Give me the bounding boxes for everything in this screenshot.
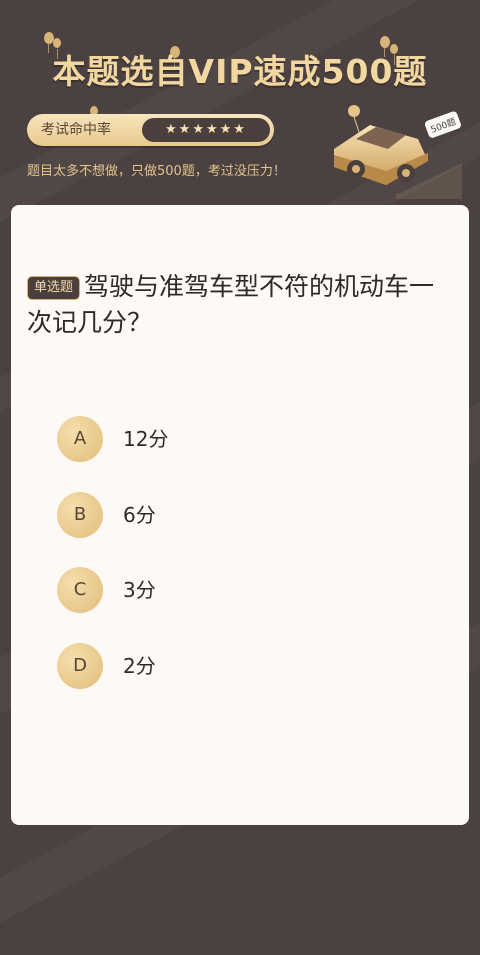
- banner-subtitle: 题目太多不想做，只做500题，考过没压力！: [27, 164, 286, 179]
- option-letter: A: [57, 416, 103, 462]
- option-b[interactable]: B 6分: [57, 492, 437, 538]
- hit-rate-badge: 考试命中率 ★★★★★★: [27, 114, 274, 146]
- option-a[interactable]: A 12分: [57, 416, 437, 462]
- option-text: 12分: [123, 427, 169, 451]
- question-stem: 单选题 驾驶与准驾车型不符的机动车一次记几分？: [27, 269, 457, 341]
- question-type-badge: 单选题: [27, 276, 81, 300]
- car-icon: 500题: [334, 105, 462, 199]
- option-text: 3分: [123, 578, 156, 602]
- hit-rate-label: 考试命中率: [41, 122, 111, 138]
- option-text: 2分: [123, 654, 156, 678]
- option-letter: D: [57, 643, 103, 689]
- question-text: 驾驶与准驾车型不符的机动车一次记几分？: [27, 272, 435, 337]
- option-text: 6分: [123, 503, 156, 527]
- question-card: 单选题 驾驶与准驾车型不符的机动车一次记几分？ A 12分 B 6分 C 3分 D…: [11, 205, 469, 825]
- option-letter: B: [57, 492, 103, 538]
- star-rating: ★★★★★★: [142, 118, 270, 142]
- vip-banner: 本题选自VIP速成500题 考试命中率 ★★★★★★ 题目太多不想做，只做500…: [0, 0, 480, 205]
- option-c[interactable]: C 3分: [57, 567, 437, 613]
- option-d[interactable]: D 2分: [57, 643, 437, 689]
- banner-title: 本题选自VIP速成500题: [52, 52, 428, 91]
- option-letter: C: [57, 567, 103, 613]
